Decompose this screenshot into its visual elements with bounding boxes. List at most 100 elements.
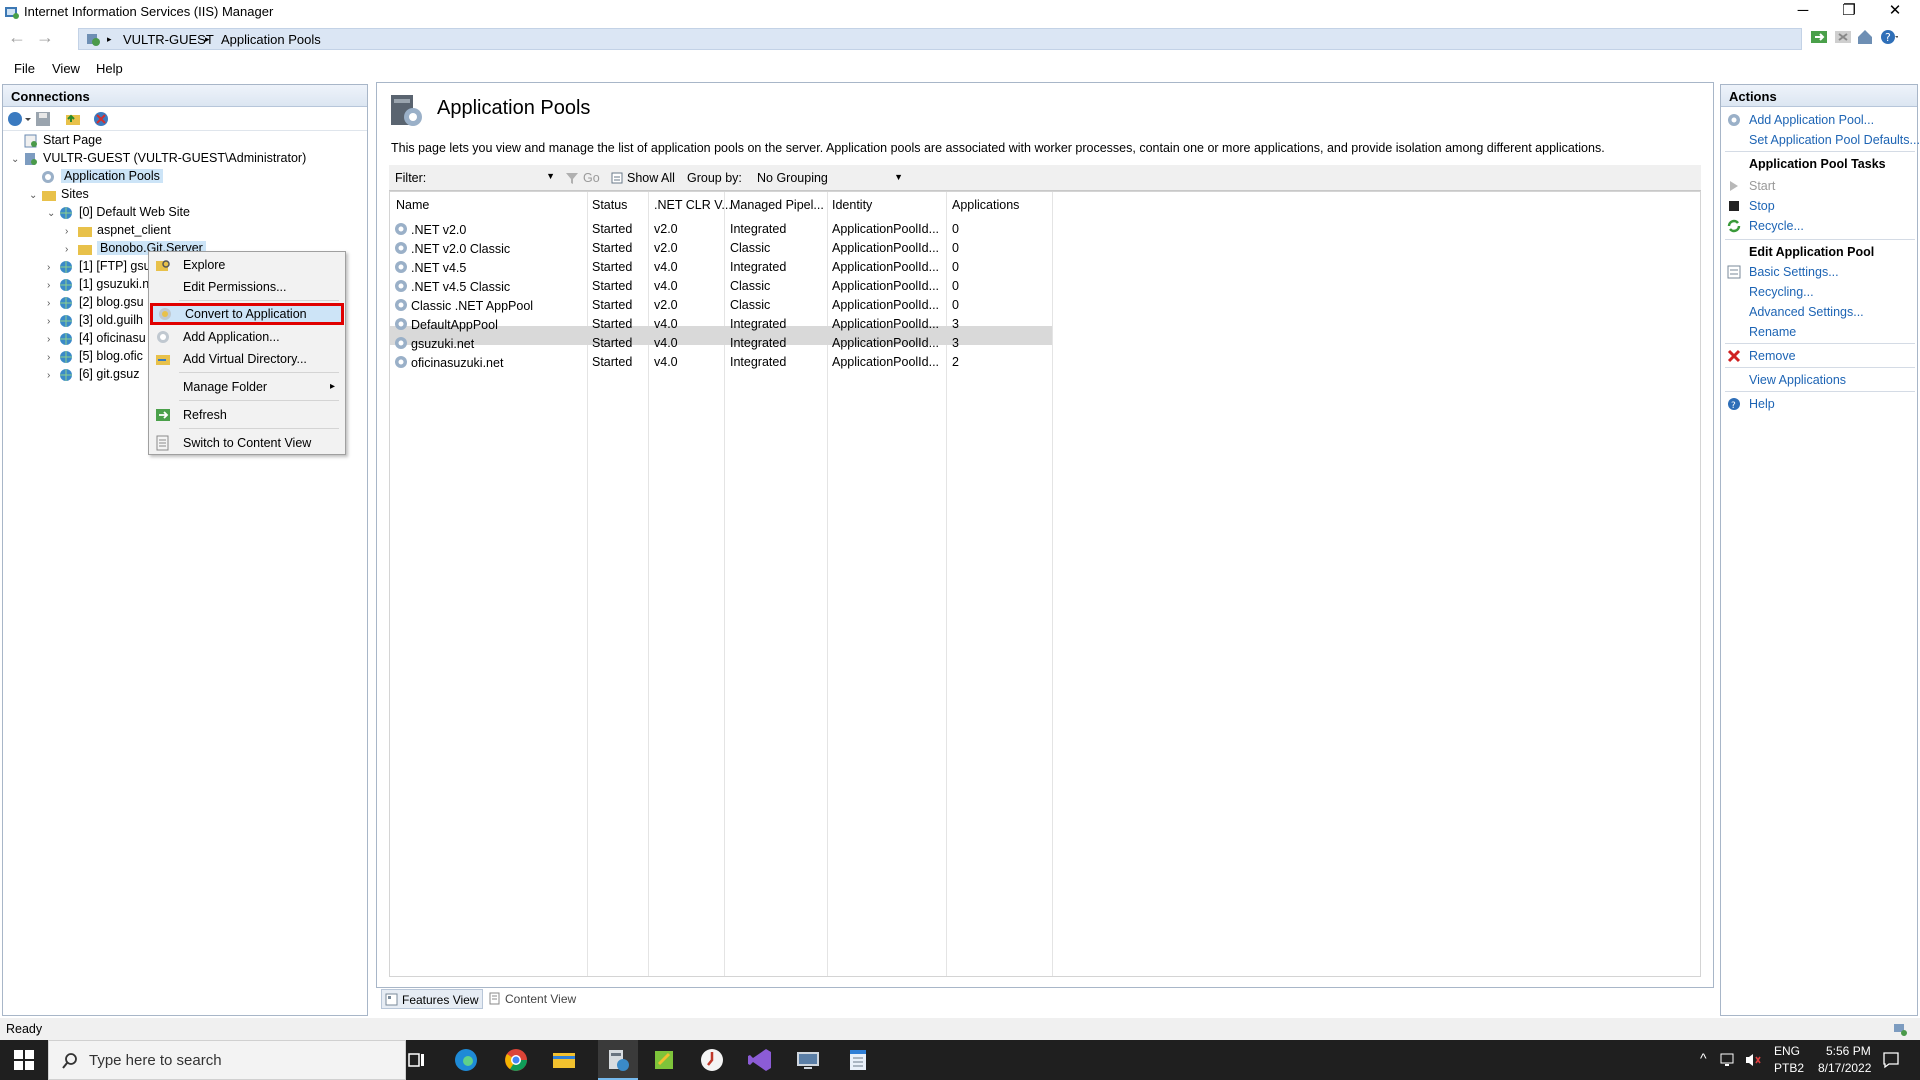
tree-item-site[interactable]: › [5] blog.ofic [47, 347, 143, 365]
table-row[interactable]: gsuzuki.net Started v4.0 Integrated Applicat… [390, 334, 1052, 353]
menu-item-manage-folder[interactable]: Manage Folder ▸ [151, 376, 343, 398]
table-row[interactable]: DefaultAppPool Started v4.0 Integrated Appli… [390, 315, 1052, 334]
globe-icon [60, 368, 72, 381]
iis-taskbar-button[interactable] [598, 1040, 638, 1080]
table-row[interactable]: .NET v4.5 Classic Started v4.0 Classic Appli… [390, 277, 1052, 296]
collapse-icon[interactable]: ⌄ [29, 187, 41, 205]
action-basic-settings[interactable]: Basic Settings... [1749, 265, 1839, 279]
menu-item-add-virtual-directory[interactable]: Add Virtual Directory... [151, 348, 343, 370]
tray-language[interactable]: ENG [1774, 1044, 1800, 1058]
menu-file[interactable]: File [14, 61, 35, 76]
show-all-button[interactable]: Show All [627, 171, 675, 185]
minimize-button[interactable]: ─ [1780, 0, 1826, 24]
tree-item-server[interactable]: ⌄ VULTR-GUEST (VULTR-GUEST\Administrator) [11, 149, 306, 167]
tree-item-sites[interactable]: ⌄ Sites [29, 185, 89, 203]
action-recycling[interactable]: Recycling... [1749, 285, 1814, 299]
column-header-pipeline[interactable]: Managed Pipel... [730, 198, 824, 212]
tray-time[interactable]: 5:56 PM [1826, 1044, 1871, 1058]
clock-app-icon[interactable] [698, 1046, 726, 1074]
action-remove[interactable]: Remove [1749, 349, 1796, 363]
tree-item-site[interactable]: › [4] oficinasu [47, 329, 146, 347]
action-rename[interactable]: Rename [1749, 325, 1796, 339]
tree-label: Sites [61, 187, 89, 201]
tray-date[interactable]: 8/17/2022 [1818, 1061, 1871, 1075]
go-button[interactable]: Go [583, 171, 600, 185]
close-button[interactable]: ✕ [1872, 0, 1918, 24]
column-header-applications[interactable]: Applications [952, 198, 1019, 212]
tree-item-app-pools[interactable]: Application Pools [29, 167, 163, 185]
action-recycle[interactable]: Recycle... [1749, 219, 1804, 233]
restore-button[interactable]: ❐ [1826, 0, 1872, 24]
table-row[interactable]: Classic .NET AppPool Started v2.0 Classic Ap… [390, 296, 1052, 315]
tree-item-site[interactable]: ⌄ [0] Default Web Site [47, 203, 190, 221]
save-icon[interactable] [35, 111, 51, 127]
stop-icon[interactable] [1834, 28, 1852, 46]
expand-icon[interactable]: › [47, 367, 59, 385]
home-icon[interactable] [1856, 28, 1874, 46]
notes-icon[interactable] [650, 1046, 678, 1074]
tray-overflow-icon[interactable]: ^ [1700, 1050, 1707, 1066]
visual-studio-icon[interactable] [746, 1046, 774, 1074]
menu-item-add-application[interactable]: Add Application... [151, 326, 343, 348]
menu-item-convert-to-application[interactable]: Convert to Application [150, 303, 344, 325]
tray-keyboard-layout[interactable]: PTB2 [1774, 1061, 1804, 1075]
forward-button[interactable]: → [34, 28, 56, 48]
column-header-identity[interactable]: Identity [832, 198, 872, 212]
volume-muted-icon[interactable] [1744, 1052, 1762, 1068]
action-add-application-pool[interactable]: Add Application Pool... [1749, 113, 1874, 127]
menu-item-switch-content-view[interactable]: Switch to Content View [151, 432, 343, 454]
connect-icon[interactable] [7, 111, 31, 127]
action-start[interactable]: Start [1749, 179, 1775, 193]
tree-item-site[interactable]: › [3] old.guilh [47, 311, 143, 329]
action-help[interactable]: Help [1749, 397, 1775, 411]
refresh-icon[interactable] [1810, 28, 1828, 46]
column-header-name[interactable]: Name [396, 198, 429, 212]
tree-item-folder[interactable]: › aspnet_client [65, 221, 171, 239]
group-by-select[interactable]: No Grouping ▼ [753, 168, 907, 188]
column-header-clr[interactable]: .NET CLR V... [654, 198, 732, 212]
edge-icon[interactable] [452, 1046, 480, 1074]
action-advanced-settings[interactable]: Advanced Settings... [1749, 305, 1864, 319]
tab-features-view[interactable]: Features View [381, 989, 483, 1009]
remote-desktop-icon[interactable] [794, 1046, 822, 1074]
column-header-status[interactable]: Status [592, 198, 627, 212]
help-icon[interactable]: ? [1880, 28, 1898, 46]
tab-content-view[interactable]: Content View [485, 989, 585, 1009]
collapse-icon[interactable]: ⌄ [11, 151, 23, 169]
up-folder-icon[interactable] [65, 111, 81, 127]
tree-item-site[interactable]: › [6] git.gsuz [47, 365, 139, 383]
action-view-applications[interactable]: View Applications [1749, 373, 1846, 387]
menu-item-refresh[interactable]: Refresh [151, 404, 343, 426]
breadcrumb-server[interactable]: VULTR-GUEST [123, 32, 214, 47]
table-row[interactable]: .NET v2.0 Started v2.0 Integrated Applicatio… [390, 220, 1052, 239]
taskbar-search[interactable]: Type here to search [48, 1040, 406, 1080]
windows-start-icon[interactable] [14, 1050, 34, 1070]
menu-help[interactable]: Help [96, 61, 123, 76]
table-row[interactable]: .NET v2.0 Classic Started v2.0 Classic Appli… [390, 239, 1052, 258]
breadcrumb-app-pools[interactable]: Application Pools [221, 32, 321, 47]
task-view-icon[interactable] [402, 1046, 430, 1074]
menu-item-edit-permissions[interactable]: Edit Permissions... [151, 276, 343, 298]
back-button[interactable]: ← [6, 28, 28, 48]
action-set-pool-defaults[interactable]: Set Application Pool Defaults... [1749, 133, 1920, 147]
collapse-icon[interactable]: ⌄ [47, 205, 59, 223]
tree-item-site[interactable]: › [2] blog.gsu [47, 293, 144, 311]
app-pool-icon [395, 242, 407, 254]
notepad-icon[interactable] [844, 1046, 872, 1074]
notifications-icon[interactable] [1882, 1051, 1900, 1069]
breadcrumb[interactable]: ▸ VULTR-GUEST ▸ Application Pools [78, 28, 1802, 50]
disconnect-icon[interactable] [93, 111, 109, 127]
chrome-icon[interactable] [502, 1046, 530, 1074]
table-row[interactable]: oficinasuzuki.net Started v4.0 Integrated Ap… [390, 353, 1052, 372]
network-icon[interactable] [1720, 1052, 1738, 1068]
tree-item-start-page[interactable]: Start Page [11, 131, 102, 149]
tree-item-site[interactable]: › [1] gsuzuki.n [47, 275, 149, 293]
menu-item-explore[interactable]: Explore [151, 254, 343, 276]
file-explorer-icon[interactable] [550, 1046, 578, 1074]
action-stop[interactable]: Stop [1749, 199, 1775, 213]
menu-view[interactable]: View [52, 61, 80, 76]
filter-input[interactable]: ▼ [429, 168, 559, 188]
table-row[interactable]: .NET v4.5 Started v4.0 Integrated Applicatio… [390, 258, 1052, 277]
globe-icon [60, 314, 72, 327]
tree-item-site[interactable]: › [1] [FTP] gsu [47, 257, 151, 275]
